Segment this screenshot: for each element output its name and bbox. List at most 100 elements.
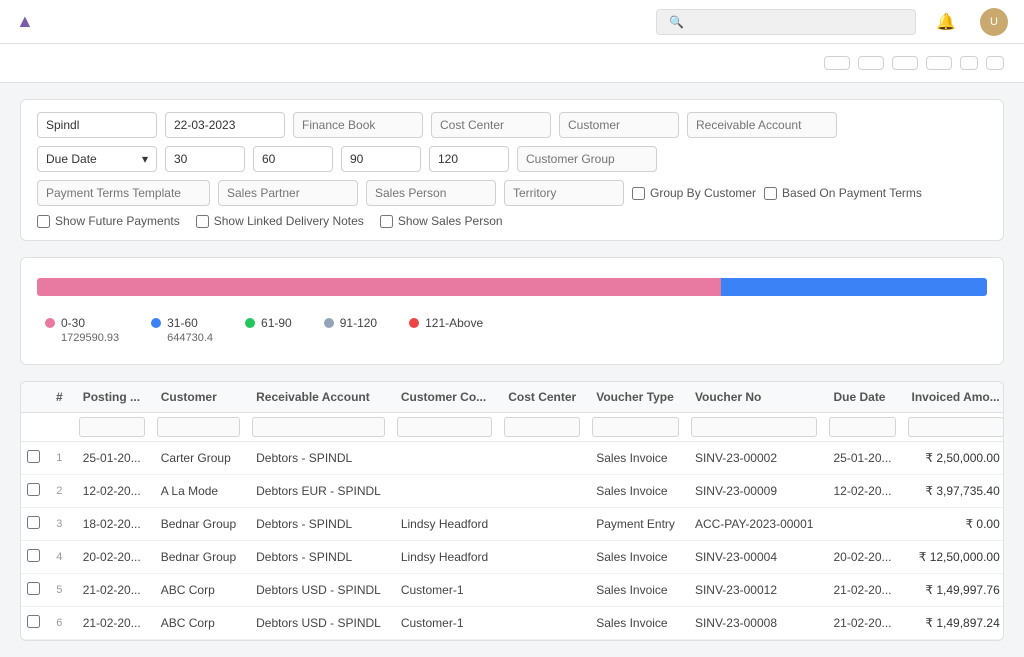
customer-group-input[interactable] <box>517 146 657 172</box>
row-checkbox[interactable] <box>27 483 40 496</box>
th-posting-date[interactable]: Posting ... <box>73 382 151 413</box>
set-chart-button[interactable] <box>892 56 918 70</box>
group-by-customer-checkbox[interactable]: Group By Customer <box>632 186 756 200</box>
filter-posting-date[interactable] <box>79 417 145 437</box>
aging-90-input[interactable] <box>341 146 421 172</box>
notification-icon[interactable]: 🔔 <box>936 12 956 32</box>
legend-label-31-60: 31-60 <box>151 316 213 330</box>
th-receivable-account[interactable]: Receivable Account <box>246 382 391 413</box>
due-date-label: Due Date <box>46 152 97 166</box>
add-to-dashboard-button[interactable] <box>926 56 952 70</box>
filter-customer-code[interactable] <box>397 417 492 437</box>
row-checkbox[interactable] <box>27 549 40 562</box>
th-customer[interactable]: Customer <box>151 382 246 413</box>
cell-cost-center <box>498 574 586 607</box>
sales-partner-input[interactable] <box>218 180 358 206</box>
th-cost-center[interactable]: Cost Center <box>498 382 586 413</box>
payment-terms-input[interactable] <box>37 180 210 206</box>
row-checkbox[interactable] <box>27 450 40 463</box>
show-sales-person-checkbox[interactable]: Show Sales Person <box>380 214 503 228</box>
cell-cost-center <box>498 541 586 574</box>
stacked-bar <box>37 278 987 296</box>
customer-input[interactable] <box>559 112 679 138</box>
more-options-button[interactable] <box>986 56 1004 70</box>
th-customer-code[interactable]: Customer Co... <box>391 382 498 413</box>
table-row[interactable]: 6 21-02-20... ABC Corp Debtors USD - SPI… <box>21 607 1004 640</box>
filter-row-2: Due Date ▾ <box>37 146 987 172</box>
cell-voucher-no: SINV-23-00009 <box>685 475 824 508</box>
aging-60-input[interactable] <box>253 146 333 172</box>
th-invoiced-amount[interactable]: Invoiced Amo... <box>902 382 1004 413</box>
cell-due-date: 21-02-20... <box>823 574 901 607</box>
territory-input[interactable] <box>504 180 624 206</box>
filter-voucher-no[interactable] <box>691 417 818 437</box>
show-linked-delivery-notes-input[interactable] <box>196 215 209 228</box>
table-row[interactable]: 5 21-02-20... ABC Corp Debtors USD - SPI… <box>21 574 1004 607</box>
table-body: 1 25-01-20... Carter Group Debtors - SPI… <box>21 442 1004 640</box>
cell-receivable-account: Debtors USD - SPINDL <box>246 574 391 607</box>
legend-label-0-30: 0-30 <box>45 316 119 330</box>
filter-receivable-account[interactable] <box>252 417 385 437</box>
aging-30-input[interactable] <box>165 146 245 172</box>
group-by-customer-input[interactable] <box>632 187 645 200</box>
filter-section: Due Date ▾ Group By Customer Based On Pa… <box>20 99 1004 241</box>
create-card-button[interactable] <box>858 56 884 70</box>
date-input[interactable] <box>165 112 285 138</box>
avatar[interactable]: U <box>980 8 1008 36</box>
navbar-right: 🔔 U <box>936 8 1008 36</box>
search-icon: 🔍 <box>669 15 684 29</box>
row-checkbox-col <box>21 607 46 640</box>
cell-voucher-no: SINV-23-00012 <box>685 574 824 607</box>
based-on-payment-terms-input[interactable] <box>764 187 777 200</box>
table-filter-row <box>21 413 1004 442</box>
based-on-payment-terms-label: Based On Payment Terms <box>782 186 922 200</box>
table-row[interactable]: 2 12-02-20... A La Mode Debtors EUR - SP… <box>21 475 1004 508</box>
th-voucher-type[interactable]: Voucher Type <box>586 382 685 413</box>
th-voucher-no[interactable]: Voucher No <box>685 382 824 413</box>
company-input[interactable] <box>37 112 157 138</box>
table-row[interactable]: 1 25-01-20... Carter Group Debtors - SPI… <box>21 442 1004 475</box>
cell-invoiced-amount: ₹ 1,49,897.24 <box>902 607 1004 640</box>
summary-button[interactable] <box>824 56 850 70</box>
refresh-button[interactable] <box>960 56 978 70</box>
search-bar[interactable]: 🔍 <box>656 9 916 35</box>
show-linked-delivery-notes-checkbox[interactable]: Show Linked Delivery Notes <box>196 214 364 228</box>
sales-person-input[interactable] <box>366 180 496 206</box>
filter-due-date[interactable] <box>829 417 895 437</box>
legend-text-0-30: 0-30 <box>61 316 85 330</box>
table-row[interactable]: 4 20-02-20... Bednar Group Debtors - SPI… <box>21 541 1004 574</box>
row-checkbox-col <box>21 541 46 574</box>
filter-customer[interactable] <box>157 417 240 437</box>
row-num: 1 <box>46 442 73 475</box>
bar-segment-31-60 <box>721 278 987 296</box>
row-checkbox[interactable] <box>27 582 40 595</box>
finance-book-input[interactable] <box>293 112 423 138</box>
cell-voucher-no: ACC-PAY-2023-00001 <box>685 508 824 541</box>
th-due-date[interactable]: Due Date <box>823 382 901 413</box>
cell-customer-code <box>391 442 498 475</box>
row-checkbox[interactable] <box>27 516 40 529</box>
show-future-payments-checkbox[interactable]: Show Future Payments <box>37 214 180 228</box>
cost-center-input[interactable] <box>431 112 551 138</box>
filter-invoiced-amount[interactable] <box>908 417 1004 437</box>
cell-cost-center <box>498 607 586 640</box>
show-future-payments-input[interactable] <box>37 215 50 228</box>
show-future-payments-label: Show Future Payments <box>55 214 180 228</box>
legend-text-31-60: 31-60 <box>167 316 198 330</box>
cell-invoiced-amount: ₹ 1,49,997.76 <box>902 574 1004 607</box>
cell-customer-code <box>391 475 498 508</box>
cell-voucher-type: Sales Invoice <box>586 607 685 640</box>
row-checkbox[interactable] <box>27 615 40 628</box>
legend-value-0-30: 1729590.93 <box>45 332 119 344</box>
aging-120-input[interactable] <box>429 146 509 172</box>
table-row[interactable]: 3 18-02-20... Bednar Group Debtors - SPI… <box>21 508 1004 541</box>
brand[interactable]: ▲ <box>16 11 40 32</box>
filter-cost-center[interactable] <box>504 417 580 437</box>
due-date-select[interactable]: Due Date ▾ <box>37 146 157 172</box>
based-on-payment-terms-checkbox[interactable]: Based On Payment Terms <box>764 186 922 200</box>
legend-text-91-120: 91-120 <box>340 316 377 330</box>
filter-voucher-type[interactable] <box>592 417 679 437</box>
receivable-account-input[interactable] <box>687 112 837 138</box>
cell-receivable-account: Debtors EUR - SPINDL <box>246 475 391 508</box>
show-sales-person-input[interactable] <box>380 215 393 228</box>
